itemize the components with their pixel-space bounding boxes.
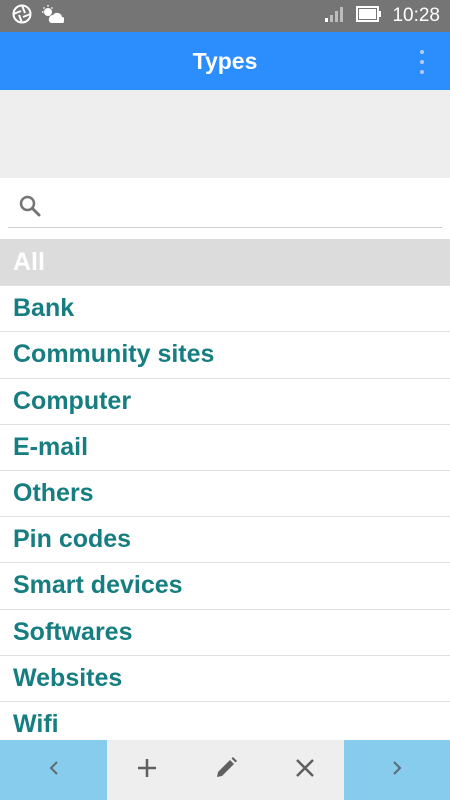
battery-icon xyxy=(356,5,382,27)
status-bar: 10:28 xyxy=(0,0,450,32)
list-item-label: Others xyxy=(13,479,94,508)
list-item-label: Community sites xyxy=(13,340,215,369)
search-icon xyxy=(8,194,42,222)
header-spacer xyxy=(0,90,450,178)
list-item-softwares[interactable]: Softwares xyxy=(0,608,450,655)
bottom-toolbar xyxy=(0,740,450,800)
search-field[interactable] xyxy=(8,188,442,228)
list-item-e-mail[interactable]: E-mail xyxy=(0,423,450,470)
delete-button[interactable] xyxy=(265,740,344,800)
list-item-others[interactable]: Others xyxy=(0,469,450,516)
list-item-label: Computer xyxy=(13,386,132,415)
close-icon xyxy=(295,758,315,782)
add-button[interactable] xyxy=(107,740,186,800)
list-item-pin-codes[interactable]: Pin codes xyxy=(0,516,450,562)
list-item-label: E-mail xyxy=(13,432,89,461)
list-item-label: Smart devices xyxy=(13,571,183,600)
plus-icon xyxy=(136,757,158,783)
list-item-community-sites[interactable]: Community sites xyxy=(0,331,450,377)
status-time: 10:28 xyxy=(392,5,440,26)
list-item-label: Bank xyxy=(13,294,75,323)
list-item-label: Pin codes xyxy=(13,525,132,554)
page-title: Types xyxy=(192,47,258,74)
list-item-label: All xyxy=(13,247,45,276)
aperture-icon xyxy=(12,4,32,28)
list-item-websites[interactable]: Websites xyxy=(0,654,450,701)
overflow-menu-icon[interactable] xyxy=(416,50,428,74)
list-item-label: Softwares xyxy=(13,617,133,646)
next-button[interactable] xyxy=(344,740,450,800)
list-item-all[interactable]: All xyxy=(0,239,450,286)
search-area xyxy=(0,178,450,240)
type-list: All Bank Community sites Computer E-mail… xyxy=(0,239,450,747)
list-item-smart-devices[interactable]: Smart devices xyxy=(0,562,450,608)
list-item-label: Wifi xyxy=(13,709,59,738)
chevron-left-icon xyxy=(47,759,61,781)
signal-icon xyxy=(324,5,346,27)
list-item-label: Websites xyxy=(13,663,123,692)
weather-icon xyxy=(40,4,65,28)
pencil-icon xyxy=(213,755,239,785)
chevron-right-icon xyxy=(390,759,404,781)
edit-button[interactable] xyxy=(186,740,265,800)
list-item-computer[interactable]: Computer xyxy=(0,377,450,424)
previous-button[interactable] xyxy=(0,740,107,800)
list-item-bank[interactable]: Bank xyxy=(0,285,450,331)
app-bar: Types xyxy=(0,32,450,90)
search-input[interactable] xyxy=(52,189,442,226)
